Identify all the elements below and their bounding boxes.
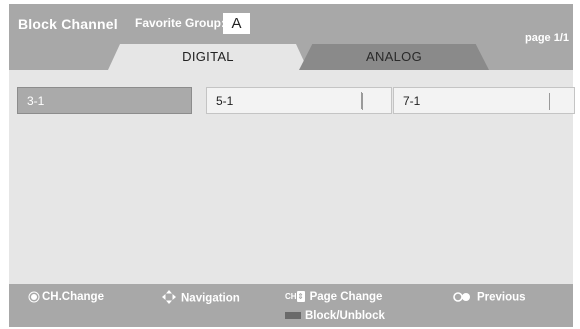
channel-cell[interactable]: 7-1 [393,87,575,114]
channel-label: 3-1 [27,94,45,108]
block-unblock-hint: Block/Unblock [285,310,385,322]
back-arrow-icon [452,290,472,305]
page-change-label: Page Change [309,291,383,303]
channel-cell-selected[interactable]: 3-1 [17,87,192,114]
cell-divider [362,93,363,110]
header-bar: Block Channel Favorite Group: A page 1/1… [9,4,573,70]
footer-help-bar: CH.Change Navigation CH⇕ Page Change Prev… [9,284,573,327]
ch-glyph: CH [285,292,297,302]
tab-analog[interactable]: ANALOG [299,44,489,70]
page-indicator: page 1/1 [525,32,570,44]
favorite-group-value[interactable]: A [223,13,250,34]
block-unblock-label: Block/Unblock [305,310,385,322]
favorite-group-label: Favorite Group: [135,16,226,30]
cell-divider [361,92,362,109]
ch-change-label: CH.Change [42,291,104,303]
ch-change-hint: CH.Change [31,291,104,303]
color-key-icon [285,312,301,320]
channel-label: 5-1 [216,94,234,108]
navigation-hint: Navigation [162,290,240,307]
block-channel-screen: Block Channel Favorite Group: A page 1/1… [9,4,575,327]
ok-button-icon [31,293,37,300]
ch-updown-icon: CH⇕ [285,291,305,303]
previous-hint: Previous [452,290,526,305]
navigation-arrows-icon [162,290,176,307]
previous-label: Previous [477,291,526,304]
channel-cell[interactable]: 5-1 [206,87,392,114]
cell-divider [549,93,550,110]
page-change-hint: CH⇕ Page Change [285,291,382,303]
page-title: Block Channel [18,16,118,32]
channel-label: 7-1 [403,94,421,108]
navigation-label: Navigation [181,292,240,305]
tab-digital[interactable]: DIGITAL [108,44,308,70]
